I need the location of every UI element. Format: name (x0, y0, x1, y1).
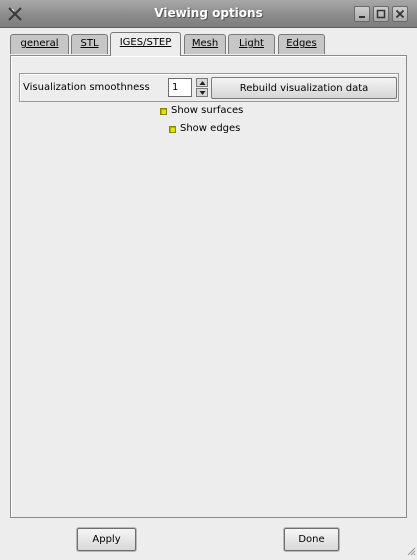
show-edges-label: Show edges (180, 123, 241, 134)
tab-edges[interactable]: Edges (278, 34, 325, 54)
smoothness-label: Visualization smoothness (23, 82, 150, 93)
close-button[interactable] (392, 6, 408, 22)
close-icon (395, 9, 405, 19)
tab-mesh[interactable]: Mesh (184, 34, 226, 54)
done-button[interactable]: Done (284, 528, 339, 551)
show-edges-check-box[interactable] (169, 126, 176, 133)
show-surfaces-check-box[interactable] (160, 108, 167, 115)
maximize-icon (376, 9, 386, 19)
rebuild-visualization-button[interactable]: Rebuild visualization data (211, 77, 397, 99)
minimize-button[interactable] (354, 6, 370, 22)
tab-stl[interactable]: STL (71, 34, 108, 54)
tab-light[interactable]: Light (228, 34, 275, 54)
tab-general[interactable]: general (10, 34, 69, 54)
arrow-up-icon (199, 81, 206, 85)
show-surfaces-label: Show surfaces (171, 105, 244, 116)
iges-step-panel: Visualization smoothness Rebuild visuali… (10, 55, 407, 518)
smoothness-group: Visualization smoothness Rebuild visuali… (19, 73, 399, 102)
title-bar[interactable]: Viewing options (0, 0, 417, 28)
maximize-button[interactable] (373, 6, 389, 22)
tab-iges-step[interactable]: IGES/STEP (110, 32, 181, 56)
resize-grip-icon[interactable] (406, 546, 416, 559)
spin-up-button[interactable] (196, 78, 208, 87)
spin-down-button[interactable] (196, 88, 208, 97)
apply-button[interactable]: Apply (77, 528, 136, 551)
smoothness-spinner (196, 78, 208, 97)
minimize-icon (359, 16, 365, 18)
arrow-down-icon (199, 91, 206, 95)
smoothness-input[interactable] (168, 78, 192, 97)
